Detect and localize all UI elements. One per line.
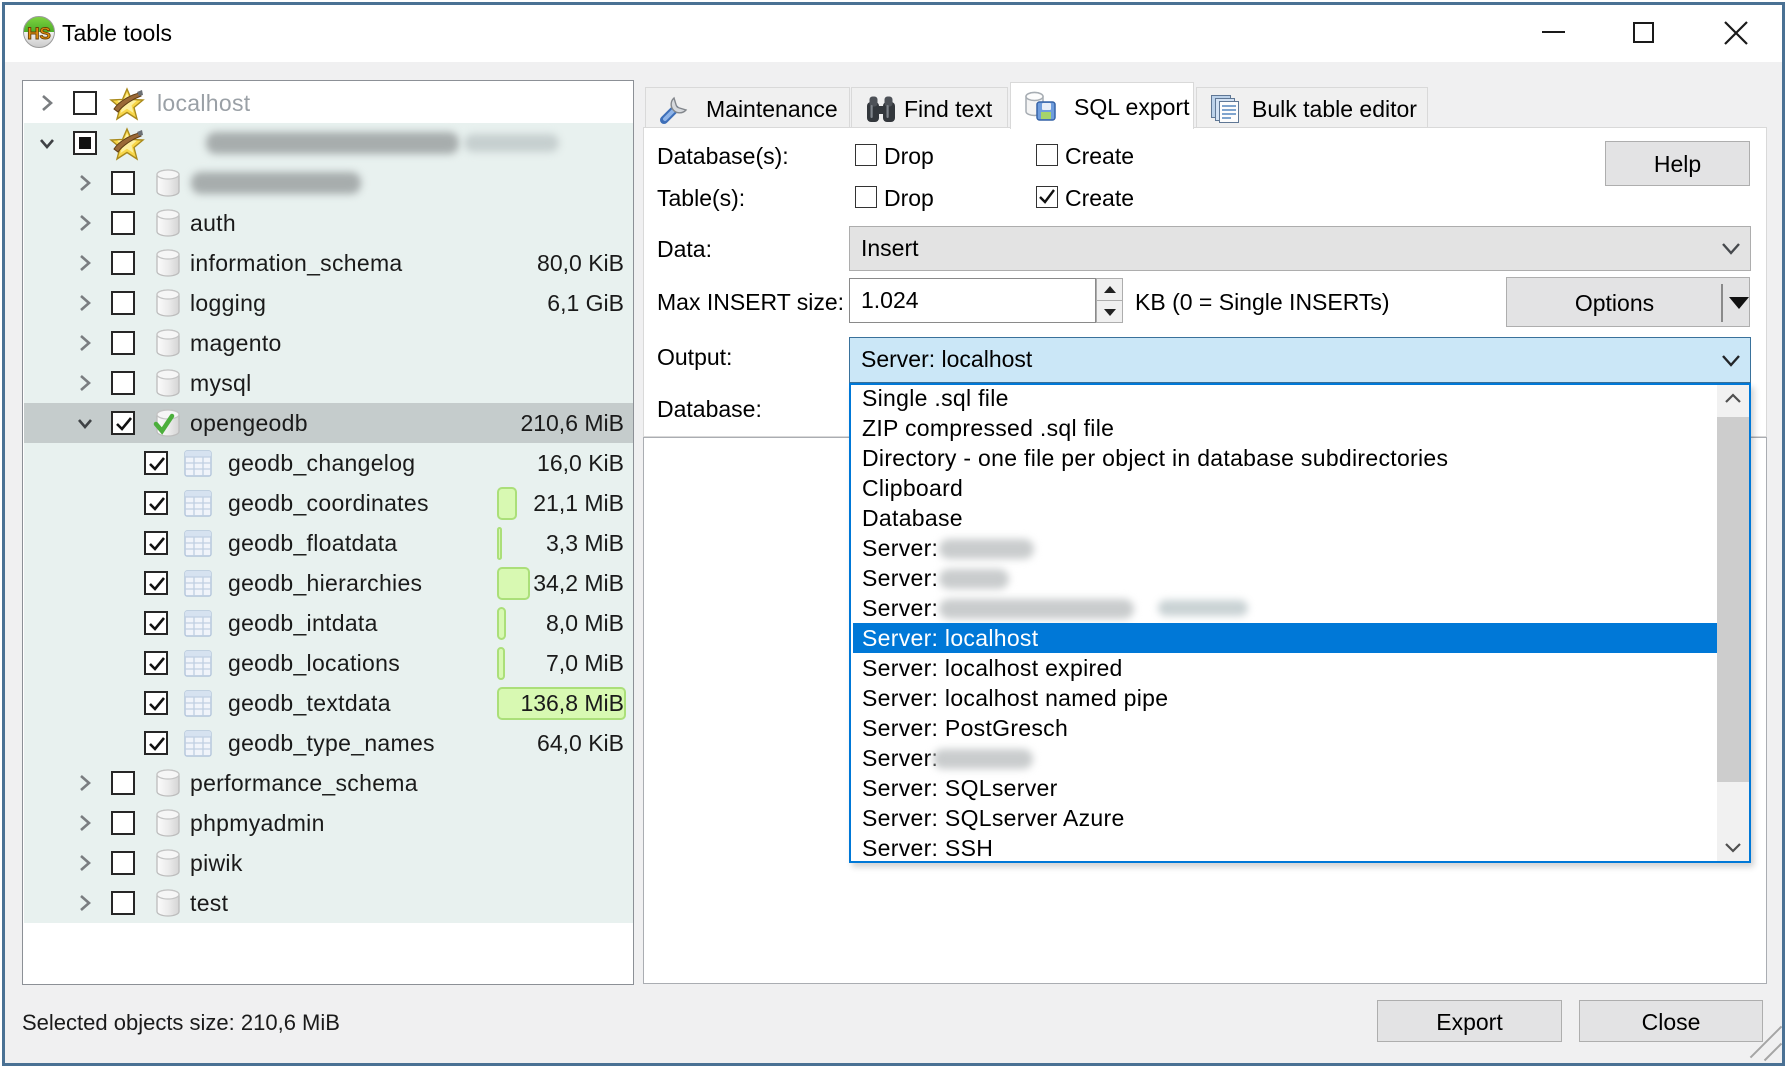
svg-text:HS: HS xyxy=(27,24,51,43)
